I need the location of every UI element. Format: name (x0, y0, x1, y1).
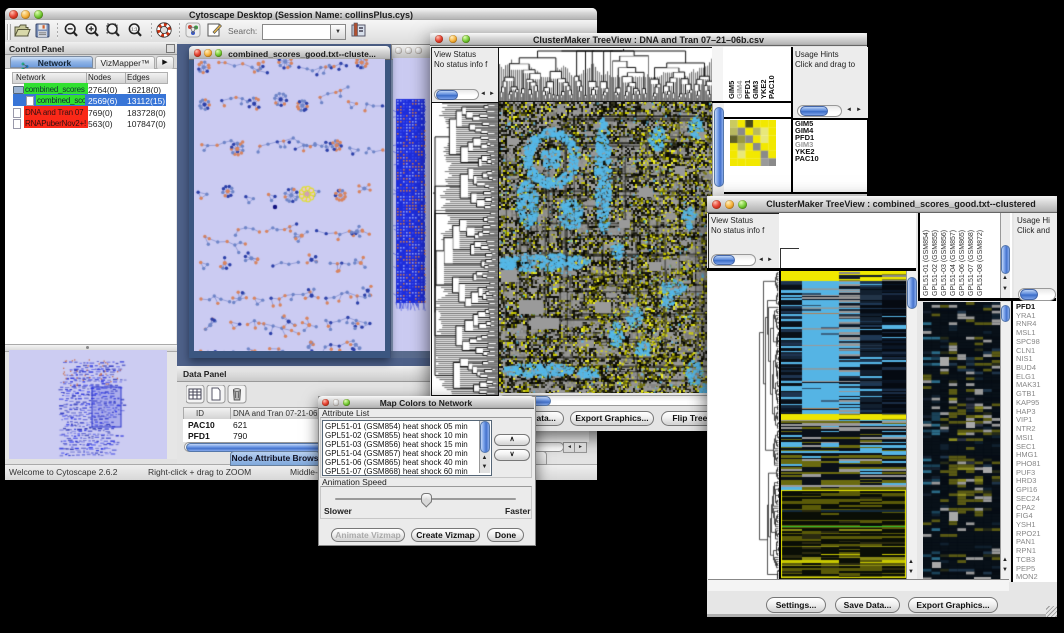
svg-text:1:1: 1:1 (131, 27, 138, 32)
